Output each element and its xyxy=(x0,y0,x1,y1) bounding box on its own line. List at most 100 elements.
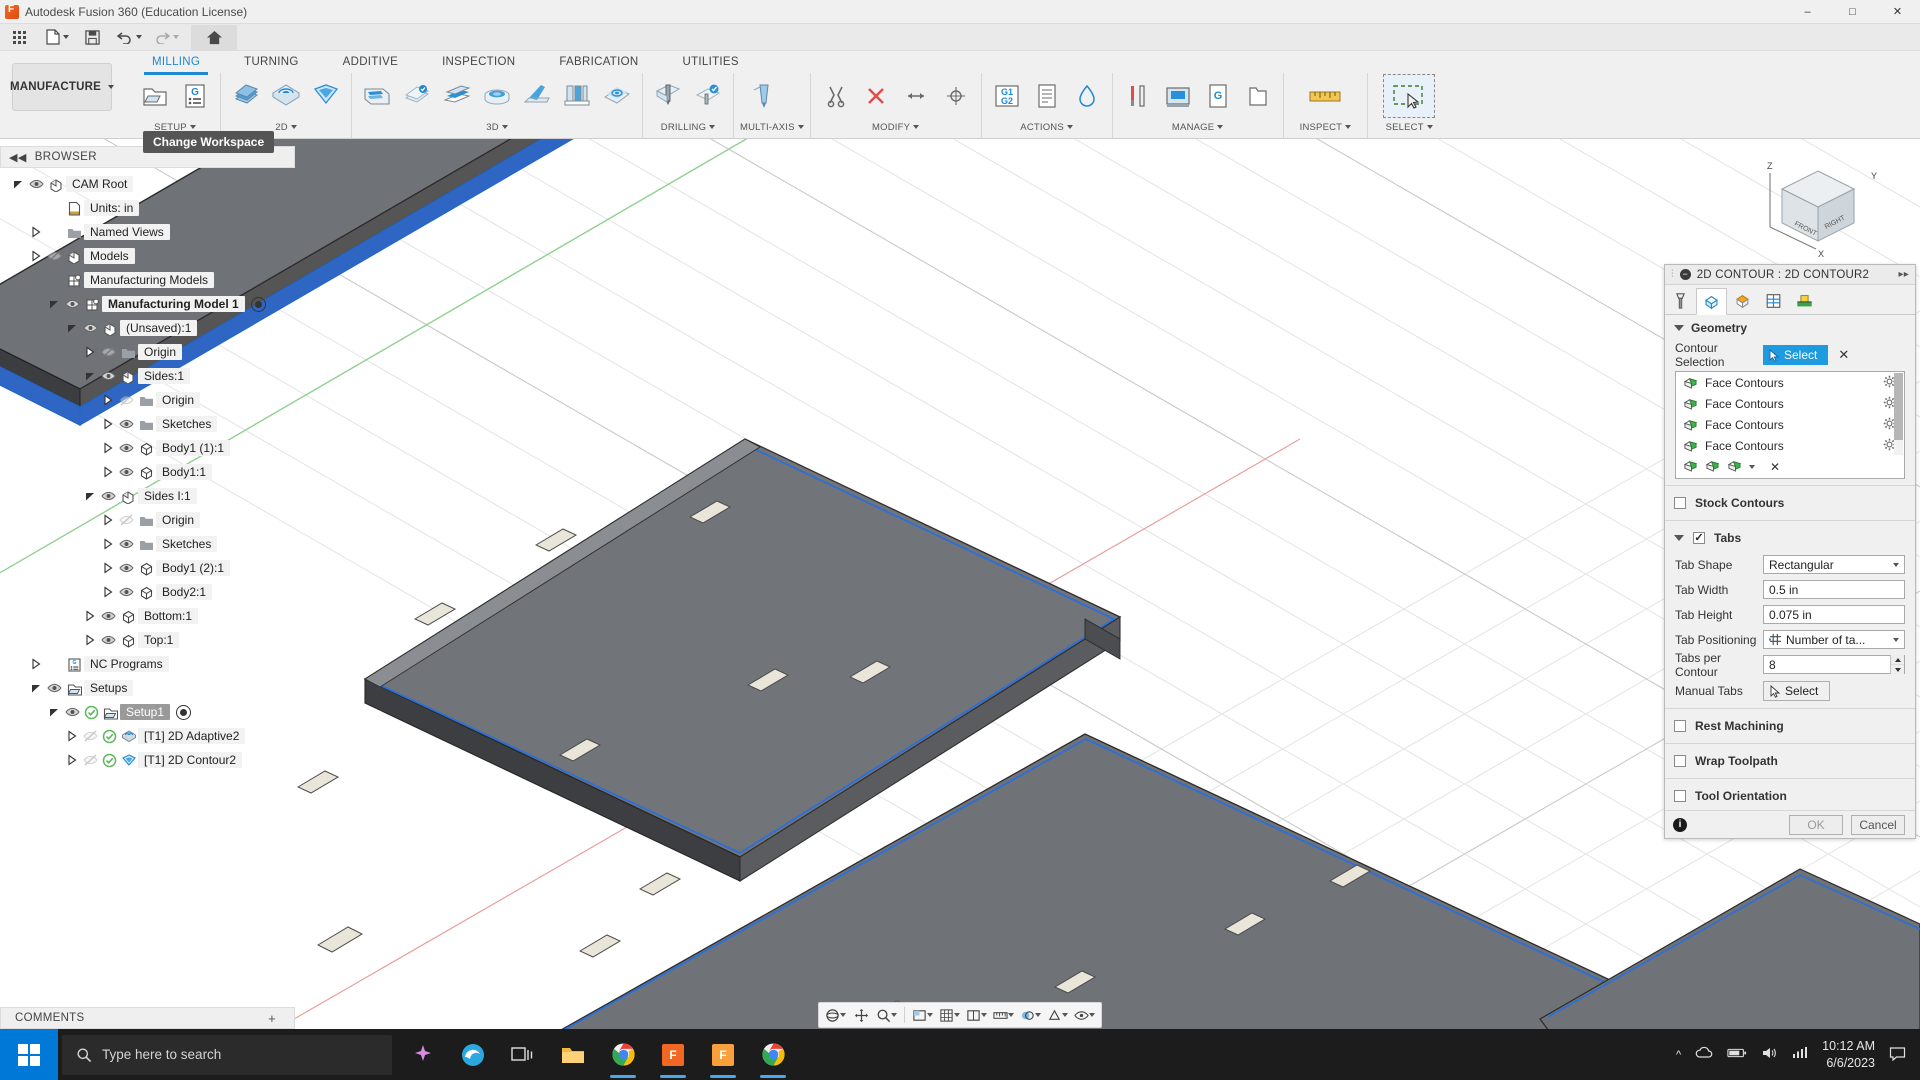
panel-drilling-label[interactable]: DRILLING xyxy=(649,119,727,135)
browser-node-sides-i-1[interactable]: Sides I:1 xyxy=(0,484,295,508)
tab-inspection[interactable]: INSPECTION xyxy=(420,52,537,72)
wrap-toolpath-row[interactable]: Wrap Toolpath xyxy=(1665,747,1915,775)
tool-icon[interactable] xyxy=(1119,75,1157,117)
tab-shape-select[interactable]: Rectangular xyxy=(1763,555,1905,574)
visibility-eye-icon[interactable] xyxy=(80,321,100,335)
add-comment-icon[interactable]: + xyxy=(268,1011,276,1026)
home-icon[interactable] xyxy=(191,24,237,50)
expand-arrow-icon[interactable] xyxy=(100,466,116,478)
adaptive-clearing-icon[interactable] xyxy=(358,75,396,117)
cloud-icon[interactable] xyxy=(1695,1046,1713,1063)
appearance-icon[interactable] xyxy=(1018,1004,1043,1026)
expand-arrow-icon[interactable] xyxy=(28,250,44,262)
visibility-eye-icon[interactable] xyxy=(26,177,46,191)
visibility-eye-icon[interactable] xyxy=(116,561,136,575)
expand-right-icon[interactable]: ▸▸ xyxy=(1899,269,1909,280)
minimize-button[interactable]: – xyxy=(1785,0,1830,24)
expand-arrow-icon[interactable] xyxy=(28,226,44,238)
panel-inspect-label[interactable]: INSPECT xyxy=(1300,119,1352,135)
scallop-icon[interactable] xyxy=(598,75,636,117)
taskbar-search[interactable]: Type here to search xyxy=(62,1034,392,1075)
visibility-eye-icon[interactable] xyxy=(62,297,82,311)
dialog-title-bar[interactable]: ⫶ − 2D CONTOUR : 2D CONTOUR2 ▸▸ xyxy=(1665,265,1915,285)
measure-nav-icon[interactable] xyxy=(991,1004,1016,1026)
pan-icon[interactable] xyxy=(850,1004,872,1026)
chrome-icon[interactable] xyxy=(598,1029,648,1080)
network-icon[interactable] xyxy=(1792,1046,1808,1063)
delete-toolpath-icon[interactable] xyxy=(857,75,895,117)
tab-height-input[interactable]: 0.075 in xyxy=(1763,605,1905,624)
browser-node-manufacturing-models[interactable]: Manufacturing Models xyxy=(0,268,295,292)
browser-node-bottom-1[interactable]: Bottom:1 xyxy=(0,604,295,628)
browser-node-body2-1[interactable]: Body2:1 xyxy=(0,580,295,604)
browser-node-origin[interactable]: Origin xyxy=(0,388,295,412)
object-visibility-icon[interactable] xyxy=(1072,1004,1097,1026)
stepper-up[interactable] xyxy=(1891,655,1904,665)
expand-arrow-icon[interactable] xyxy=(100,538,116,550)
visibility-eye-icon[interactable] xyxy=(116,417,136,431)
panel-actions-label[interactable]: ACTIONS xyxy=(988,119,1106,135)
new-setup-icon[interactable] xyxy=(136,75,174,117)
select-window-icon[interactable] xyxy=(1383,74,1436,118)
tab-additive[interactable]: ADDITIVE xyxy=(321,52,420,72)
ok-button[interactable]: OK xyxy=(1789,814,1843,835)
tab-fabrication[interactable]: FABRICATION xyxy=(537,52,660,72)
visibility-eye-icon[interactable] xyxy=(98,489,118,503)
list-item[interactable]: Face Contours xyxy=(1676,393,1904,414)
battery-icon[interactable] xyxy=(1727,1047,1747,1062)
visibility-eye-off-icon[interactable] xyxy=(98,345,118,359)
edge-icon[interactable] xyxy=(448,1029,498,1080)
setup-sheet-icon[interactable] xyxy=(1028,75,1066,117)
contour-3d-icon[interactable] xyxy=(518,75,556,117)
browser-node-sketches[interactable]: Sketches xyxy=(0,532,295,556)
manual-tabs-select-button[interactable]: Select xyxy=(1763,681,1831,701)
panel-3d-label[interactable]: 3D xyxy=(358,119,636,135)
probe-icon[interactable] xyxy=(1068,75,1106,117)
tabs-section-header[interactable]: Tabs xyxy=(1665,524,1915,552)
list-item[interactable]: Face Contours xyxy=(1676,372,1904,393)
panel-select-label[interactable]: SELECT xyxy=(1384,119,1434,135)
list-item[interactable]: Face Contours xyxy=(1676,435,1904,456)
visibility-eye-icon[interactable] xyxy=(44,681,64,695)
tab-tool[interactable] xyxy=(1665,287,1696,314)
post-process-icon[interactable]: G xyxy=(1199,75,1237,117)
collapse-arrow-icon[interactable] xyxy=(82,490,98,502)
horizontal-icon[interactable] xyxy=(438,75,476,117)
expand-arrow-icon[interactable] xyxy=(82,634,98,646)
section-geometry-header[interactable]: Geometry xyxy=(1665,315,1915,341)
stock-contours-checkbox[interactable] xyxy=(1674,497,1686,509)
tab-turning[interactable]: TURNING xyxy=(222,52,321,72)
expand-arrow-icon[interactable] xyxy=(100,514,116,526)
taskbar-clock[interactable]: 10:12 AM 6/6/2023 xyxy=(1822,1038,1875,1072)
visibility-eye-off-icon[interactable] xyxy=(44,249,64,263)
tab-utilities[interactable]: UTILITIES xyxy=(660,52,760,72)
browser-node-t1-2d-contour2[interactable]: [T1] 2D Contour2 xyxy=(0,748,295,772)
collapse-left-icon[interactable]: ◀◀ xyxy=(9,151,27,164)
redo-icon[interactable] xyxy=(150,25,183,50)
tab-passes[interactable] xyxy=(1758,287,1789,314)
tabs-per-contour-input[interactable]: 8 xyxy=(1763,655,1905,674)
collapse-arrow-icon[interactable] xyxy=(28,682,44,694)
2d-contour-icon[interactable] xyxy=(307,75,345,117)
visibility-eye-off-icon[interactable] xyxy=(80,753,100,767)
visibility-eye-icon[interactable] xyxy=(116,441,136,455)
app-grid-icon[interactable] xyxy=(6,25,32,50)
panel-manage-label[interactable]: MANAGE xyxy=(1119,119,1277,135)
browser-node-t1-2d-adaptive2[interactable]: [T1] 2D Adaptive2 xyxy=(0,724,295,748)
browser-node-named-views[interactable]: Named Views xyxy=(0,220,295,244)
browser-node-body1-2-1[interactable]: Body1 (2):1 xyxy=(0,556,295,580)
visibility-eye-icon[interactable] xyxy=(116,585,136,599)
comments-panel[interactable]: COMMENTS + xyxy=(0,1007,295,1029)
visibility-eye-off-icon[interactable] xyxy=(116,393,136,407)
g1g2-icon[interactable]: G1 G2 xyxy=(988,75,1026,117)
expand-arrow-icon[interactable] xyxy=(64,730,80,742)
visibility-eye-icon[interactable] xyxy=(62,705,82,719)
info-icon[interactable]: i xyxy=(1673,817,1687,832)
browser-node-sides-1[interactable]: Sides:1 xyxy=(0,364,295,388)
tabs-checkbox[interactable] xyxy=(1693,532,1705,544)
visibility-eye-icon[interactable] xyxy=(116,537,136,551)
visibility-eye-off-icon[interactable] xyxy=(80,729,100,743)
panel-multi-axis-label[interactable]: MULTI-AXIS xyxy=(740,119,804,135)
browser-node-cam-root[interactable]: CAM Root xyxy=(0,172,295,196)
chrome-2-icon[interactable] xyxy=(748,1029,798,1080)
